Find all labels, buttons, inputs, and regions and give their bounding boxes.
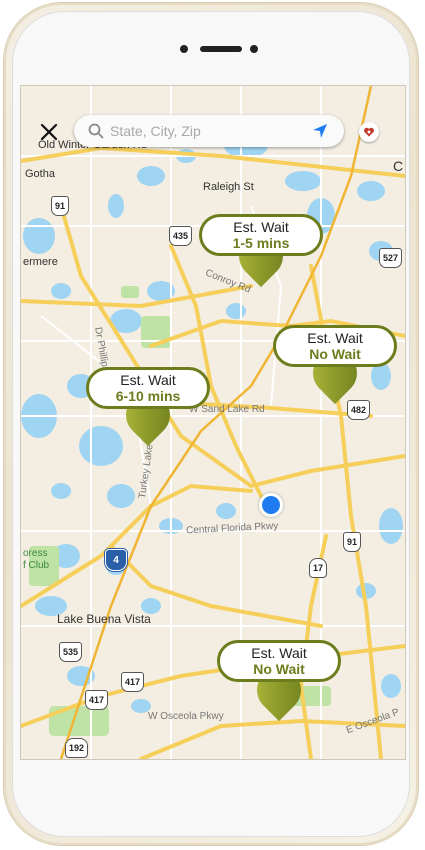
wait-pin-4[interactable]: Est. Wait No Wait — [217, 616, 341, 732]
location-arrow-icon[interactable] — [312, 123, 328, 139]
shield-527: 527 — [379, 248, 403, 268]
pin-callout: Est. Wait 6-10 mins — [86, 367, 210, 409]
map-screen[interactable]: Old Winter Garden Rd Gotha Raleigh St er… — [20, 85, 406, 760]
search-icon — [88, 123, 104, 139]
map-label-gotha: Gotha — [25, 168, 55, 180]
search-bar[interactable] — [74, 115, 344, 147]
interstate-4-shield: 4 — [105, 549, 127, 571]
pin-wait-time: No Wait — [309, 346, 361, 362]
sensor-dot — [250, 45, 258, 53]
shield-192: 192 — [65, 738, 89, 758]
search-input[interactable] — [108, 122, 302, 140]
heart-icon — [364, 127, 374, 137]
close-icon[interactable] — [39, 122, 59, 142]
pin-callout: Est. Wait No Wait — [217, 640, 341, 682]
wait-pin-2[interactable]: Est. Wait No Wait — [273, 301, 397, 417]
pin-wait-time: 1-5 mins — [232, 235, 290, 251]
map-label-w-osceola-pkwy: W Osceola Pkwy — [148, 711, 224, 722]
pin-wait-time: 6-10 mins — [115, 388, 181, 404]
pin-title: Est. Wait — [233, 219, 289, 235]
shield-91-south: 91 — [343, 532, 362, 552]
shield-17: 17 — [309, 558, 328, 578]
shield-91: 91 — [51, 196, 70, 216]
pin-title: Est. Wait — [120, 372, 176, 388]
pin-callout: Est. Wait 1-5 mins — [199, 214, 323, 256]
pin-callout: Est. Wait No Wait — [273, 325, 397, 367]
shield-535: 535 — [59, 642, 83, 662]
pin-title: Est. Wait — [251, 645, 307, 661]
camera-dot — [180, 45, 188, 53]
map-label-golf-club: f Club — [23, 560, 50, 571]
shield-435: 435 — [169, 226, 193, 246]
map-label-city-right: C — [393, 158, 404, 174]
pin-wait-time: No Wait — [253, 661, 305, 677]
map-label-cypress: oress — [23, 548, 48, 559]
wait-pin-1[interactable]: Est. Wait 1-5 mins — [199, 186, 323, 302]
map-label-lake-buena-vista: Lake Buena Vista — [57, 612, 151, 626]
shield-417-upper: 417 — [121, 672, 145, 692]
wait-pin-3[interactable]: Est. Wait 6-10 mins — [86, 341, 210, 457]
shield-417-lower: 417 — [85, 690, 109, 710]
map-label-windermere: ermere — [23, 256, 58, 268]
pin-title: Est. Wait — [307, 330, 363, 346]
favorites-button[interactable] — [359, 122, 379, 142]
speaker-grille — [200, 46, 242, 52]
user-location-dot — [259, 493, 283, 517]
